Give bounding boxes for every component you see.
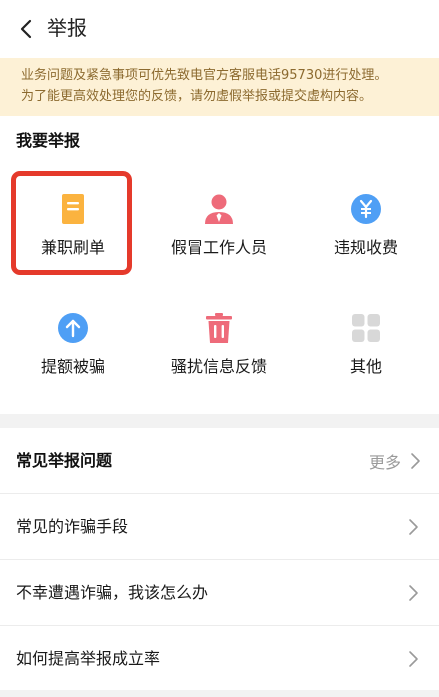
back-arrow-icon[interactable] bbox=[16, 17, 38, 41]
report-section-title: 我要举报 bbox=[16, 131, 81, 150]
category-impersonation[interactable]: 假冒工作人员 bbox=[146, 193, 292, 293]
arrow-up-icon bbox=[58, 313, 88, 343]
person-icon bbox=[205, 194, 233, 224]
trash-icon bbox=[206, 313, 232, 343]
chevron-right-icon bbox=[411, 453, 420, 469]
category-label: 提额被骗 bbox=[40, 357, 105, 376]
more-button[interactable]: 更多 bbox=[369, 448, 421, 474]
page-title: 举报 bbox=[47, 16, 87, 40]
category-label: 违规收费 bbox=[333, 238, 398, 257]
faq-item-common-scams[interactable]: 常见的诈骗手段 bbox=[0, 494, 439, 560]
section-divider bbox=[0, 414, 439, 428]
category-label: 骚扰信息反馈 bbox=[170, 357, 267, 376]
yen-icon bbox=[351, 194, 381, 224]
faq-section: 常见举报问题 更多 常见的诈骗手段 不幸遭遇诈骗，我该怎么办 如何提高举报成立率 bbox=[0, 428, 439, 690]
faq-item-success-rate[interactable]: 如何提高举报成立率 bbox=[0, 626, 439, 692]
notice-line-2: 为了能更高效处理您的反馈，请勿虚假举报或提交虚构内容。 bbox=[21, 89, 373, 104]
faq-item-label: 常见的诈骗手段 bbox=[16, 517, 129, 536]
category-illegal-fees[interactable]: 违规收费 bbox=[293, 193, 439, 293]
chevron-right-icon bbox=[409, 651, 418, 667]
category-other[interactable]: 其他 bbox=[293, 312, 439, 412]
faq-title: 常见举报问题 bbox=[16, 451, 113, 470]
grid-icon bbox=[352, 314, 380, 342]
chevron-right-icon bbox=[409, 585, 418, 601]
more-label: 更多 bbox=[368, 453, 401, 472]
selected-category-highlight bbox=[11, 171, 132, 275]
category-label: 其他 bbox=[349, 357, 382, 376]
faq-item-label: 如何提高举报成立率 bbox=[16, 649, 161, 668]
category-harassment-feedback[interactable]: 骚扰信息反馈 bbox=[146, 312, 292, 412]
category-credit-limit-scam[interactable]: 提额被骗 bbox=[0, 312, 146, 412]
header-bar: 举报 bbox=[0, 0, 439, 58]
chevron-right-icon bbox=[409, 519, 418, 535]
notice-banner: 业务问题及紧急事项可优先致电官方客服电话95730进行处理。 为了能更高效处理您… bbox=[0, 58, 439, 116]
notice-line-1: 业务问题及紧急事项可优先致电官方客服电话95730进行处理。 bbox=[21, 68, 388, 83]
bottom-spacer bbox=[0, 690, 439, 697]
category-label: 假冒工作人员 bbox=[170, 238, 267, 257]
faq-header: 常见举报问题 更多 bbox=[0, 428, 439, 494]
faq-item-label: 不幸遭遇诈骗，我该怎么办 bbox=[16, 583, 209, 602]
report-section: 我要举报 兼职刷单 假冒工作人员 违规收费 提额被骗 骚扰信息反馈 其他 bbox=[0, 116, 439, 414]
faq-item-what-to-do[interactable]: 不幸遭遇诈骗，我该怎么办 bbox=[0, 560, 439, 626]
